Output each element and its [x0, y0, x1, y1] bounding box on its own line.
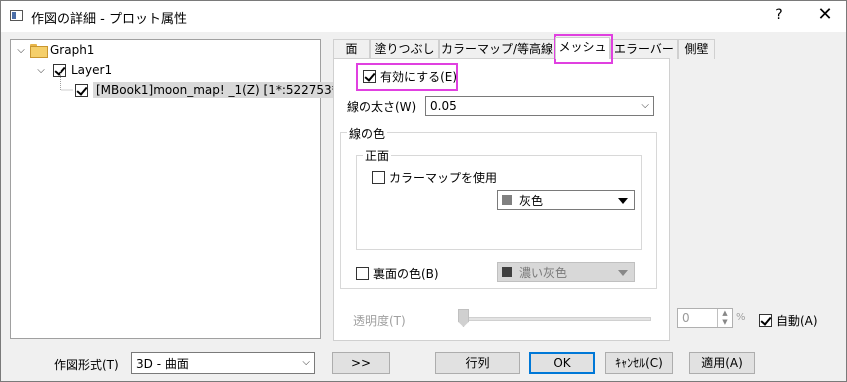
plot-type-value: 3D - 曲面	[136, 356, 189, 371]
tab-error-bar[interactable]: エラーバー	[610, 39, 678, 59]
plot-type-label: 作図形式(T)	[54, 358, 119, 372]
chevron-down-icon: ⌵	[302, 357, 310, 368]
transparency-value: 0	[682, 311, 690, 325]
cancel-button[interactable]: ｷｬﾝｾﾙ(C)	[605, 352, 673, 374]
plot-tree[interactable]: ⌵ Graph1 ⌵ Layer1 [MBook1]moon_map! _1(Z…	[10, 39, 346, 339]
back-color-check[interactable]	[356, 267, 369, 280]
back-color-label: 裏面の色(B)	[373, 267, 439, 281]
line-width-label: 線の太さ(W)	[347, 100, 417, 114]
title-bar: 作図の詳細 - プロット属性 ? ✕	[1, 1, 846, 32]
auto-checkbox[interactable]: 自動(A)	[759, 312, 818, 329]
tab-fill[interactable]: 塗りつぶし	[370, 39, 439, 59]
ok-button[interactable]: OK	[529, 352, 595, 374]
transparency-slider-track[interactable]	[459, 317, 651, 321]
transparency-label: 透明度(T)	[353, 314, 406, 328]
front-color-value: 灰色	[519, 193, 544, 208]
front-group-title: 正面	[363, 147, 392, 164]
line-width-dropdown[interactable]: 0.05 ⌵	[425, 96, 654, 116]
auto-label: 自動(A)	[776, 314, 818, 328]
transparency-unit: %	[736, 312, 746, 323]
front-color-swatch	[502, 195, 512, 205]
dialog-window: 作図の詳細 - プロット属性 ? ✕ ⌵ Graph1 ⌵ Layer1 [MB…	[0, 0, 847, 382]
line-color-group-title: 線の色	[347, 125, 388, 142]
auto-check[interactable]	[759, 314, 772, 327]
tab-colormap-contour[interactable]: カラーマップ/等高線	[439, 39, 555, 59]
use-colormap-checkbox[interactable]: カラーマップを使用	[372, 169, 497, 186]
app-window-icon	[10, 10, 23, 21]
transparency-spin-buttons[interactable]: ▲ ▼	[717, 309, 732, 327]
spin-down-icon[interactable]: ▼	[718, 318, 732, 327]
enable-mesh-label: 有効にする(E)	[380, 70, 458, 84]
plot-type-dropdown[interactable]: 3D - 曲面 ⌵	[131, 352, 315, 374]
expand-button[interactable]: >>	[332, 352, 390, 374]
workbook-button[interactable]: 行列	[435, 352, 520, 374]
window-title: 作図の詳細 - プロット属性	[31, 12, 187, 27]
apply-button[interactable]: 適用(A)	[689, 352, 755, 374]
chevron-down-icon: ⌵	[641, 100, 649, 111]
spin-up-icon[interactable]: ▲	[718, 309, 732, 318]
tree-item-plot-label: [MBook1]moon_map! _1(Z) [1*:522753*]	[93, 82, 346, 98]
tab-mesh[interactable]: メッシュ	[555, 37, 610, 59]
dropdown-arrow-icon	[618, 198, 628, 204]
tab-surface[interactable]: 面	[333, 39, 370, 59]
back-color-dropdown[interactable]: 濃い灰色	[497, 262, 635, 282]
tree-connector-lines	[60, 71, 73, 91]
close-button[interactable]: ✕	[813, 4, 837, 25]
transparency-spinbox[interactable]: 0 ▲ ▼	[677, 308, 733, 328]
help-button[interactable]: ?	[771, 7, 787, 23]
front-color-dropdown[interactable]: 灰色	[497, 190, 635, 210]
line-width-value: 0.05	[430, 99, 457, 113]
dropdown-arrow-icon	[618, 270, 628, 276]
back-color-checkbox[interactable]: 裏面の色(B)	[356, 265, 439, 282]
tab-side-wall[interactable]: 側壁	[678, 39, 715, 59]
use-colormap-check[interactable]	[372, 171, 385, 184]
enable-mesh-checkbox[interactable]: 有効にする(E)	[363, 68, 457, 85]
back-color-swatch	[502, 267, 512, 277]
tree-item-plot[interactable]: [MBook1]moon_map! _1(Z) [1*:522753*]	[75, 81, 346, 99]
use-colormap-label: カラーマップを使用	[389, 171, 498, 185]
enable-mesh-check[interactable]	[363, 70, 376, 83]
back-color-value: 濃い灰色	[519, 265, 568, 280]
